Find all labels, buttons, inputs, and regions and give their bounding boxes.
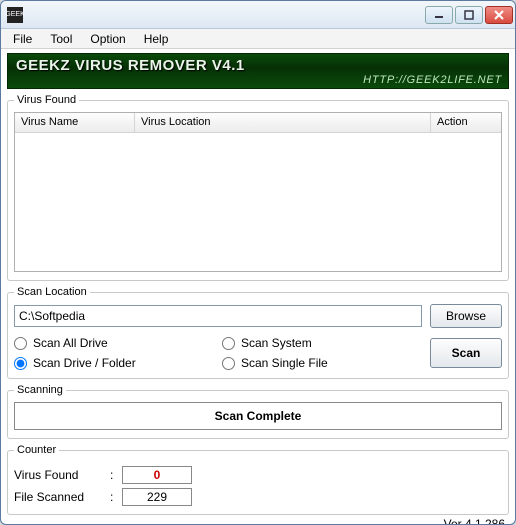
maximize-icon	[464, 10, 474, 20]
minimize-icon	[434, 10, 444, 20]
radio-scan-drive-folder[interactable]: Scan Drive / Folder	[14, 356, 206, 370]
close-icon	[494, 10, 504, 20]
browse-button[interactable]: Browse	[430, 304, 502, 328]
app-icon: GEEK	[7, 7, 23, 23]
scanning-legend: Scanning	[14, 384, 66, 396]
radio-scan-single-file[interactable]: Scan Single File	[222, 356, 414, 370]
virus-found-group: Virus Found Virus Name Virus Location Ac…	[7, 94, 509, 281]
scan-button[interactable]: Scan	[430, 338, 502, 368]
radio-all-drive-label: Scan All Drive	[33, 336, 108, 350]
counter-group: Counter Virus Found : 0 File Scanned : 2…	[7, 444, 509, 515]
counter-legend: Counter	[14, 444, 59, 456]
virus-found-legend: Virus Found	[14, 94, 79, 106]
radio-scan-system[interactable]: Scan System	[222, 336, 414, 350]
banner-url: HTTP://GEEK2LIFE.NET	[363, 74, 502, 86]
version-label: Ver 4.1.286	[7, 515, 509, 525]
scan-status-text: Scan Complete	[215, 409, 302, 423]
maximize-button[interactable]	[455, 6, 483, 24]
menubar: File Tool Option Help	[1, 29, 515, 49]
content-area: GEEKZ VIRUS REMOVER V4.1 HTTP://GEEK2LIF…	[1, 49, 515, 525]
colon: :	[110, 468, 116, 482]
titlebar[interactable]: GEEK	[1, 1, 515, 29]
radio-drive-folder-label: Scan Drive / Folder	[33, 356, 136, 370]
radio-single-file-label: Scan Single File	[241, 356, 328, 370]
banner: GEEKZ VIRUS REMOVER V4.1 HTTP://GEEK2LIF…	[7, 53, 509, 89]
virus-table[interactable]: Virus Name Virus Location Action	[14, 112, 502, 272]
menu-tool[interactable]: Tool	[42, 30, 80, 48]
scan-path-input[interactable]	[14, 305, 422, 327]
col-action[interactable]: Action	[431, 113, 501, 132]
menu-help[interactable]: Help	[136, 30, 177, 48]
file-scanned-value: 229	[122, 488, 192, 506]
colon: :	[110, 490, 116, 504]
radio-system-input[interactable]	[222, 337, 235, 350]
radio-system-label: Scan System	[241, 336, 312, 350]
radio-drive-folder-input[interactable]	[14, 357, 27, 370]
radio-all-drive-input[interactable]	[14, 337, 27, 350]
radio-single-file-input[interactable]	[222, 357, 235, 370]
virus-found-value: 0	[122, 466, 192, 484]
window-buttons	[425, 6, 513, 24]
scan-location-legend: Scan Location	[14, 286, 90, 298]
table-header: Virus Name Virus Location Action	[15, 113, 501, 133]
scan-location-group: Scan Location Browse Scan All Drive Scan…	[7, 286, 509, 379]
app-window: GEEK File Tool Option Help GEEKZ VIRUS R…	[0, 0, 516, 525]
minimize-button[interactable]	[425, 6, 453, 24]
col-virus-name[interactable]: Virus Name	[15, 113, 135, 132]
menu-option[interactable]: Option	[82, 30, 133, 48]
banner-title: GEEKZ VIRUS REMOVER V4.1	[8, 54, 508, 74]
scanning-group: Scanning Scan Complete	[7, 384, 509, 439]
col-virus-location[interactable]: Virus Location	[135, 113, 431, 132]
menu-file[interactable]: File	[5, 30, 40, 48]
file-scanned-label: File Scanned	[14, 490, 104, 504]
close-button[interactable]	[485, 6, 513, 24]
radio-scan-all-drive[interactable]: Scan All Drive	[14, 336, 206, 350]
scan-status-box: Scan Complete	[14, 402, 502, 430]
virus-found-label: Virus Found	[14, 468, 104, 482]
